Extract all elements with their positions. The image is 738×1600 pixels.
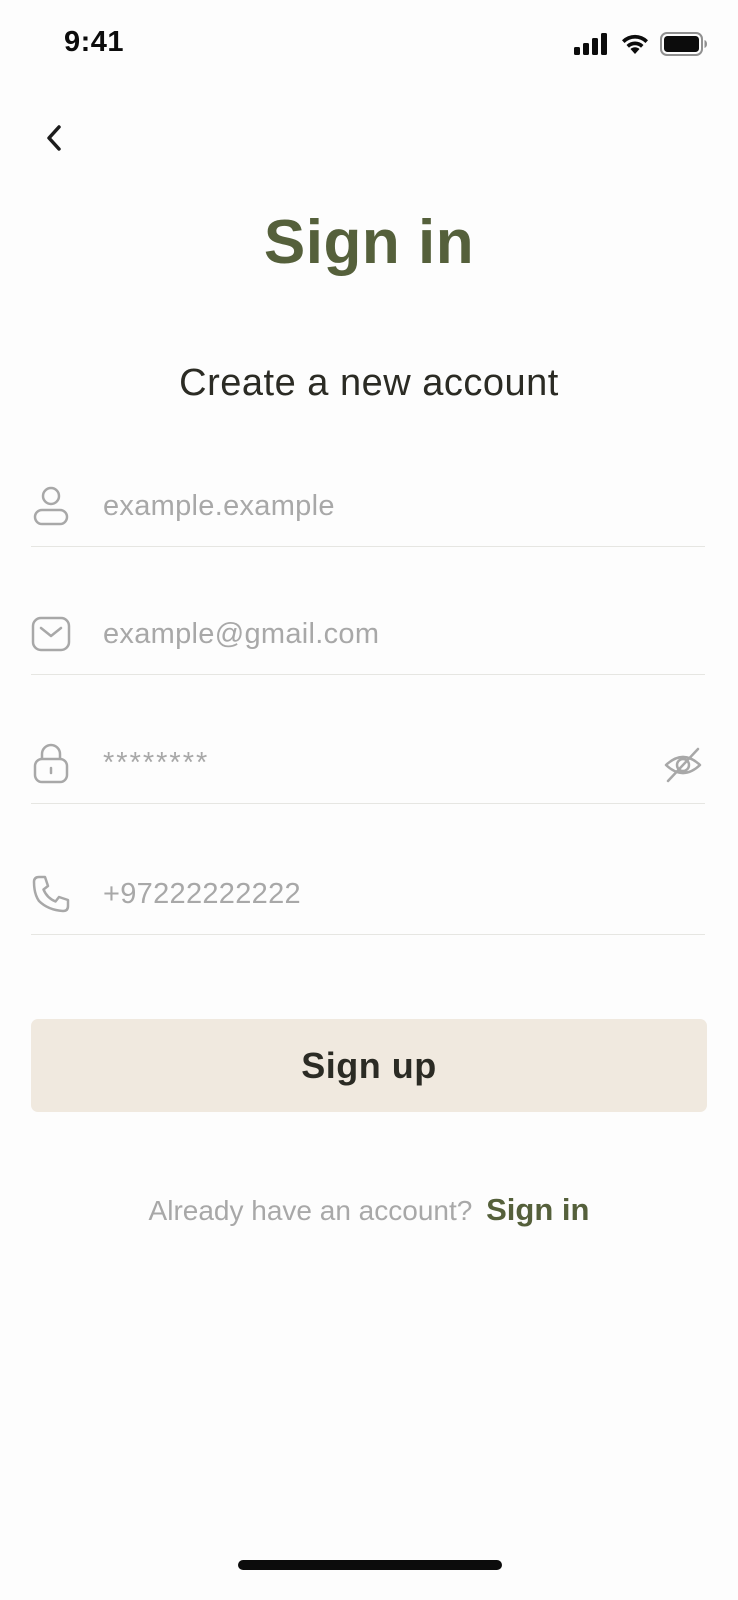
phone-icon	[31, 872, 71, 916]
lock-icon	[31, 741, 71, 785]
phone-input[interactable]	[103, 872, 623, 916]
email-input[interactable]	[103, 612, 623, 656]
status-bar: 9:41	[0, 0, 738, 92]
sign-in-prompt-row: Already have an account? Sign in	[0, 1192, 738, 1228]
sign-in-prompt-text: Already have an account?	[148, 1195, 473, 1226]
email-field	[31, 594, 705, 675]
password-field	[31, 723, 705, 804]
user-icon	[31, 484, 71, 528]
password-input[interactable]	[103, 741, 623, 785]
username-field	[31, 466, 705, 547]
mail-icon	[31, 612, 71, 656]
cellular-signal-icon	[574, 33, 610, 60]
status-icons	[574, 32, 708, 61]
page-title: Sign in	[263, 208, 475, 277]
chevron-left-icon	[44, 124, 64, 157]
status-time: 9:41	[64, 26, 125, 58]
battery-icon	[660, 32, 708, 61]
username-input[interactable]	[103, 484, 623, 528]
home-indicator	[238, 1560, 502, 1570]
eye-off-icon[interactable]	[661, 743, 705, 787]
page-subtitle: Create a new account	[179, 362, 559, 404]
back-button[interactable]	[34, 120, 74, 160]
sign-up-button[interactable]: Sign up	[31, 1019, 707, 1112]
wifi-icon	[620, 33, 650, 60]
phone-field	[31, 854, 705, 935]
sign-in-link[interactable]: Sign in	[486, 1192, 589, 1227]
